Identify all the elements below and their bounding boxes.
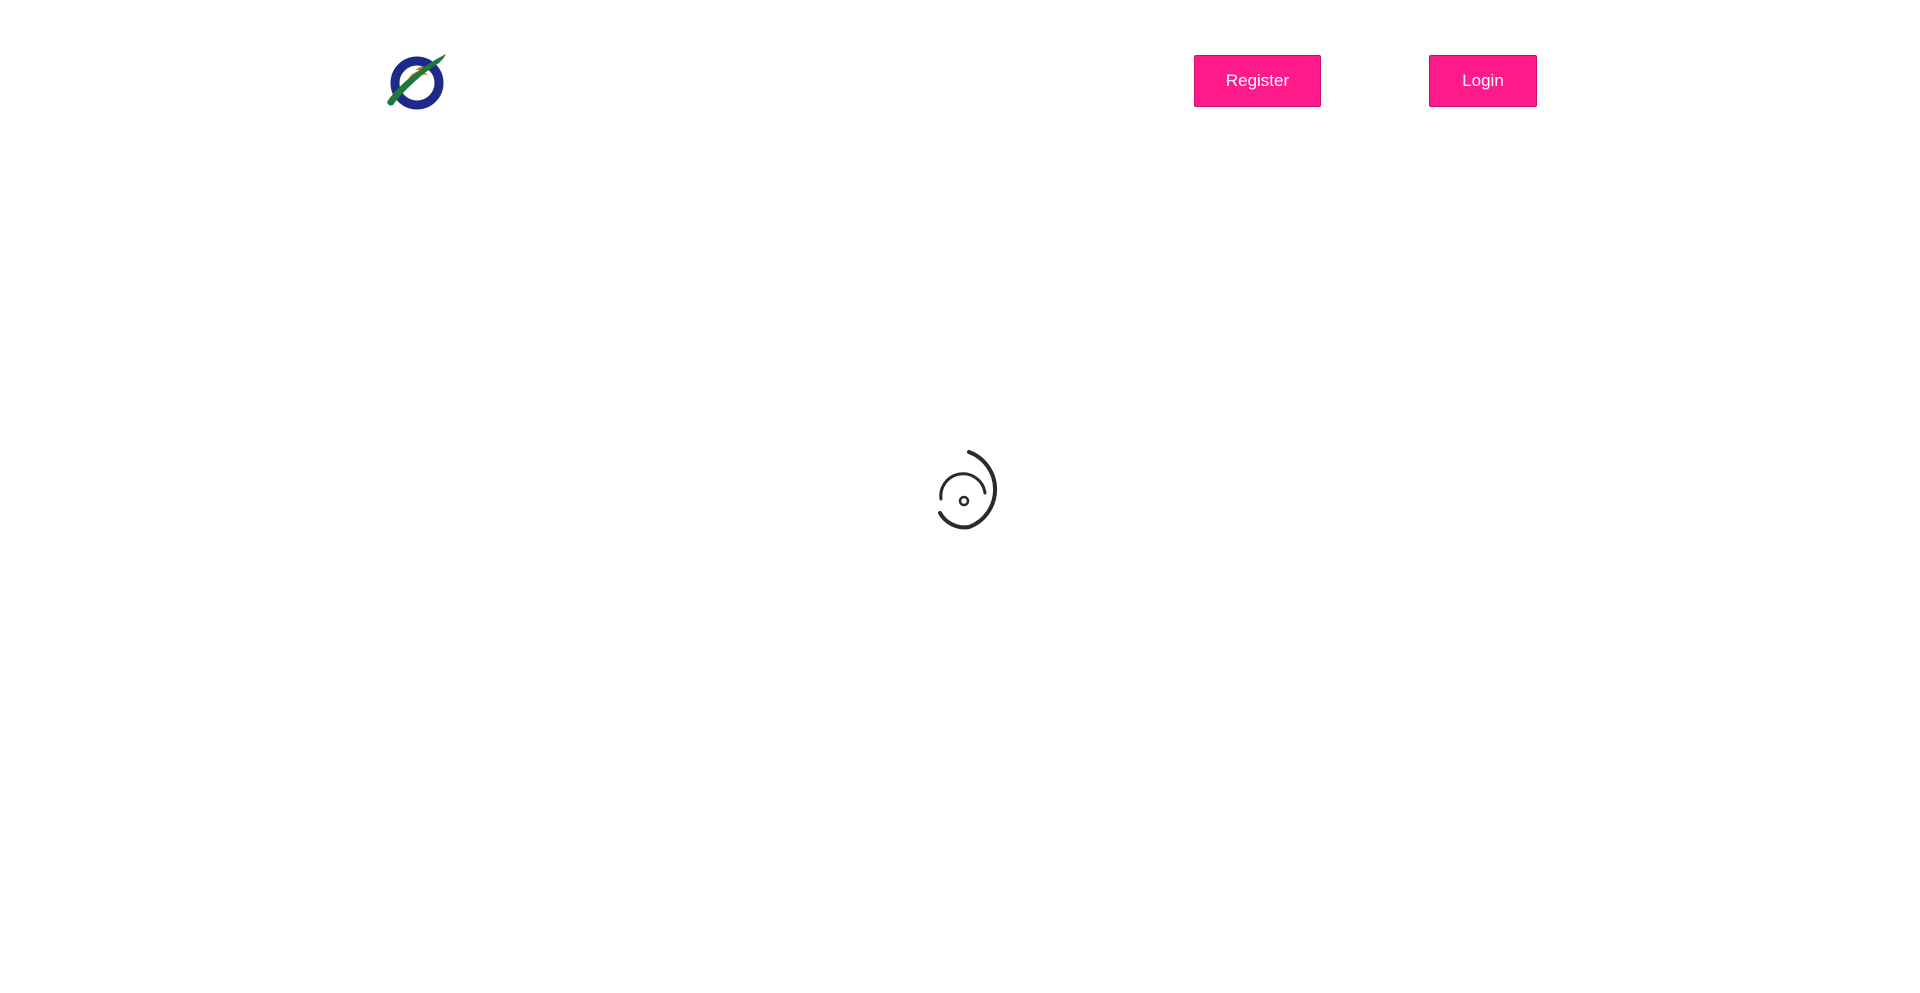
site-header: Register Login (0, 0, 1920, 160)
register-button[interactable]: Register (1194, 55, 1321, 107)
planet-orbit-logo-icon (387, 54, 446, 110)
login-button[interactable]: Login (1429, 55, 1537, 107)
loading-spinner-icon (938, 450, 997, 530)
site-logo[interactable] (384, 50, 450, 110)
page: Register Login (0, 0, 1920, 993)
loading-spinner (928, 447, 1008, 535)
